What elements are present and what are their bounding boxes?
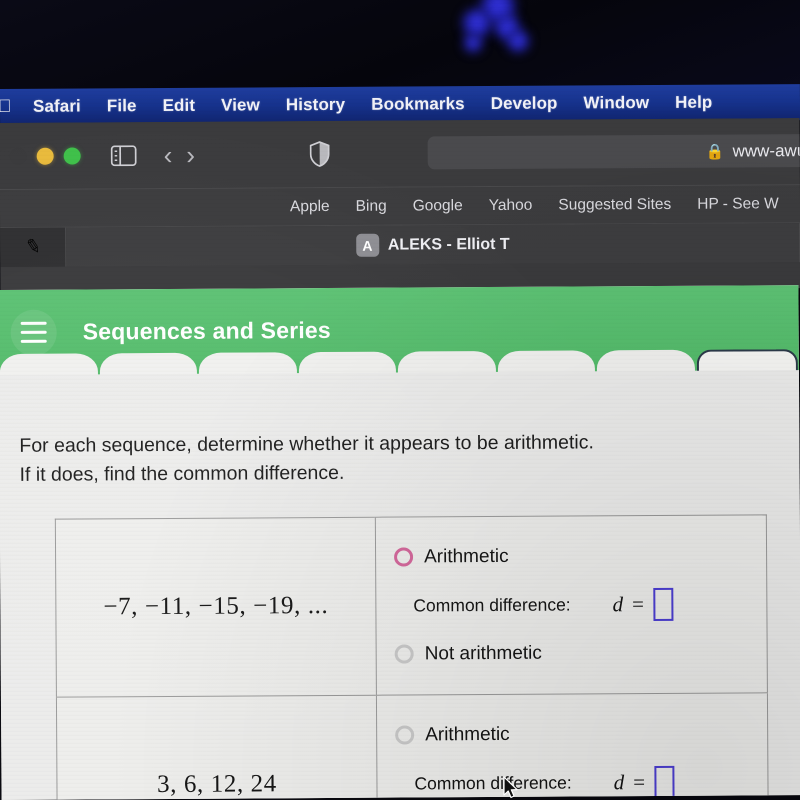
progress-tab[interactable] — [0, 353, 98, 376]
common-difference-equation: d = — [613, 765, 675, 799]
tab-pencil[interactable]: ✎ — [0, 227, 67, 267]
minimize-button[interactable] — [36, 147, 54, 165]
common-difference-label: Common difference: — [414, 772, 572, 793]
menu-item-safari[interactable]: Safari — [20, 96, 94, 116]
bookmark-bing[interactable]: Bing — [356, 197, 387, 215]
browser-toolbar: ‹ › 🔒 www-awu.ale — [0, 118, 800, 190]
tab-bar: ✎ A ALEKS - Elliot T — [0, 222, 800, 267]
options-cell: Arithmetic Common difference: d = — [375, 514, 767, 694]
zoom-button[interactable] — [63, 147, 81, 165]
menu-item-develop[interactable]: Develop — [478, 94, 571, 115]
sequence-cell: −7, −11, −15, −19, ... — [55, 516, 377, 697]
bokeh-light — [505, 28, 531, 54]
options-cell: Arithmetic Common difference: d = — [376, 692, 768, 800]
instruction-text: For each sequence, determine whether it … — [19, 370, 780, 490]
menu-item-window[interactable]: Window — [570, 93, 662, 114]
navigation-arrows: ‹ › — [164, 140, 196, 170]
progress-tab[interactable] — [198, 352, 297, 375]
question-area: For each sequence, determine whether it … — [0, 370, 800, 800]
bookmarks-bar: Apple Bing Google Yahoo Suggested Sites … — [0, 184, 800, 227]
progress-tab[interactable] — [397, 350, 496, 374]
equals-sign: = — [632, 591, 645, 616]
common-difference-label: Common difference: — [413, 594, 571, 615]
option-arithmetic[interactable]: Arithmetic — [394, 544, 766, 568]
lock-icon: 🔒 — [705, 143, 725, 161]
menu-item-bookmarks[interactable]: Bookmarks — [358, 94, 478, 115]
option-label-not-arithmetic: Not arithmetic — [424, 642, 542, 664]
instruction-line-1: For each sequence, determine whether it … — [19, 431, 594, 457]
bookmark-apple[interactable]: Apple — [290, 197, 330, 215]
sequence-value: −7, −11, −15, −19, ... — [103, 591, 329, 621]
shield-icon[interactable] — [310, 141, 330, 167]
menu-item-help[interactable]: Help — [662, 93, 725, 113]
hamburger-menu-icon[interactable] — [10, 309, 57, 356]
progress-tab[interactable] — [99, 352, 197, 376]
aleks-header: Sequences and Series — [0, 285, 799, 376]
instruction-line-2: If it does, find the common difference. — [19, 462, 345, 487]
common-difference-row: Common difference: d = — [413, 587, 766, 622]
tab-title: ALEKS - Elliot T — [387, 235, 510, 254]
screen-photo:  Safari File Edit View History Bookmark… — [0, 0, 800, 800]
back-button[interactable]: ‹ — [164, 140, 173, 170]
aleks-favicon: A — [355, 233, 379, 257]
table-row: 3, 6, 12, 24 Arithmetic Common differenc… — [56, 692, 769, 800]
sidebar-icon[interactable] — [110, 144, 137, 166]
table-row: −7, −11, −15, −19, ... Arithmetic Common… — [55, 514, 768, 697]
variable-d: d — [612, 591, 624, 616]
radio-arithmetic[interactable] — [394, 547, 414, 567]
variable-d: d — [613, 769, 625, 794]
apple-logo-icon[interactable]:  — [0, 97, 14, 116]
common-difference-row: Common difference: d = — [414, 765, 767, 800]
progress-tab[interactable] — [497, 350, 595, 373]
menu-item-view[interactable]: View — [208, 95, 273, 115]
option-not-arithmetic[interactable]: Not arithmetic — [394, 641, 767, 665]
bookmark-suggested-sites[interactable]: Suggested Sites — [558, 195, 671, 214]
safari-window: ‹ › 🔒 www-awu.ale Apple Bing Google Yaho… — [0, 118, 800, 293]
page-title: Sequences and Series — [82, 316, 331, 345]
address-bar[interactable]: 🔒 www-awu.ale — [427, 133, 800, 170]
close-button[interactable] — [9, 147, 27, 165]
progress-tab-selected[interactable] — [696, 349, 798, 372]
forward-button[interactable]: › — [186, 140, 195, 170]
tab-aleks[interactable]: A ALEKS - Elliot T — [66, 223, 800, 267]
progress-tab[interactable] — [298, 351, 396, 375]
url-text: www-awu.ale — [732, 140, 800, 161]
option-arithmetic[interactable]: Arithmetic — [395, 722, 767, 746]
window-controls — [9, 147, 81, 165]
sequence-table: −7, −11, −15, −19, ... Arithmetic Common… — [54, 513, 770, 800]
pencil-icon: ✎ — [22, 235, 43, 260]
aleks-page: Sequences and Series For each sequence, … — [0, 285, 800, 800]
menu-item-file[interactable]: File — [94, 96, 150, 116]
option-label-arithmetic: Arithmetic — [424, 545, 509, 567]
option-label-arithmetic: Arithmetic — [425, 723, 510, 745]
common-difference-equation: d = — [612, 587, 674, 621]
progress-tab[interactable] — [596, 349, 695, 373]
radio-not-arithmetic[interactable] — [394, 644, 414, 664]
menu-item-edit[interactable]: Edit — [149, 96, 208, 116]
sequence-value: 3, 6, 12, 24 — [157, 770, 277, 799]
answer-input[interactable] — [652, 587, 674, 621]
bokeh-light — [462, 32, 484, 54]
desktop-background — [0, 0, 800, 92]
answer-input[interactable] — [653, 765, 675, 799]
equals-sign: = — [633, 769, 646, 794]
bookmark-yahoo[interactable]: Yahoo — [489, 196, 533, 214]
bookmark-hp[interactable]: HP - See W — [697, 195, 779, 213]
radio-arithmetic[interactable] — [395, 725, 415, 745]
bookmark-google[interactable]: Google — [413, 197, 463, 215]
sequence-cell: 3, 6, 12, 24 — [56, 694, 378, 800]
menu-item-history[interactable]: History — [273, 95, 358, 116]
